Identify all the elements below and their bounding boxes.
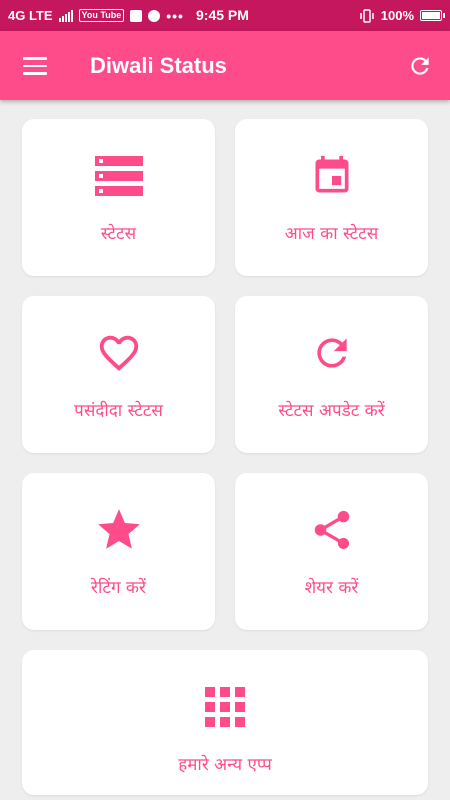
battery-percent: 100% [380,8,414,23]
tile-label: आज का स्टेटस [284,224,379,244]
more-notifications-icon: ••• [166,7,184,24]
menu-button[interactable] [16,51,54,81]
tile-label: हमारे अन्य एप्प [178,755,272,775]
tile-more-apps[interactable]: हमारे अन्य एप्प [22,650,428,795]
hamburger-menu-icon [23,57,47,60]
youtube-notification-icon: You Tube [78,9,125,22]
heart-icon [95,330,143,376]
app-title: Diwali Status [90,53,227,78]
network-label: 4G LTE [8,8,53,23]
battery-icon [420,10,445,21]
tile-status[interactable]: स्टेटस [22,119,215,276]
message-notification-icon [148,9,161,22]
status-time: 9:45 PM [196,7,249,23]
apps-grid-icon [205,684,245,730]
tile-share-app[interactable]: शेयर करें [235,473,428,630]
status-bar-right: 100% [359,0,445,31]
star-icon [93,507,145,553]
tile-label: पसंदीदा स्टेटस [74,401,163,421]
app-bar: Diwali Status [0,31,450,100]
tile-label: स्टेटस [100,224,137,244]
checkbox-notification-icon [130,9,143,22]
tile-label: स्टेटस अपडेट करें [278,401,385,421]
vibrate-icon [359,8,375,23]
refresh-icon [310,330,354,376]
tile-favorite-status[interactable]: पसंदीदा स्टेटस [22,296,215,453]
tile-update-status[interactable]: स्टेटस अपडेट करें [235,296,428,453]
tile-today-status[interactable]: आज का स्टेटस [235,119,428,276]
calendar-icon [310,153,354,199]
tile-label: रेटिंग करें [91,578,146,598]
tile-label: शेयर करें [304,578,359,598]
status-bar: 4G LTE You Tube ••• 9:45 PM 100% [0,0,450,31]
list-icon [94,153,143,199]
share-icon [309,507,355,553]
refresh-icon [411,57,429,75]
status-bar-left: 4G LTE You Tube ••• [8,0,184,31]
refresh-button[interactable] [402,51,438,81]
tile-rate-app[interactable]: रेटिंग करें [22,473,215,630]
signal-icon [58,9,73,22]
